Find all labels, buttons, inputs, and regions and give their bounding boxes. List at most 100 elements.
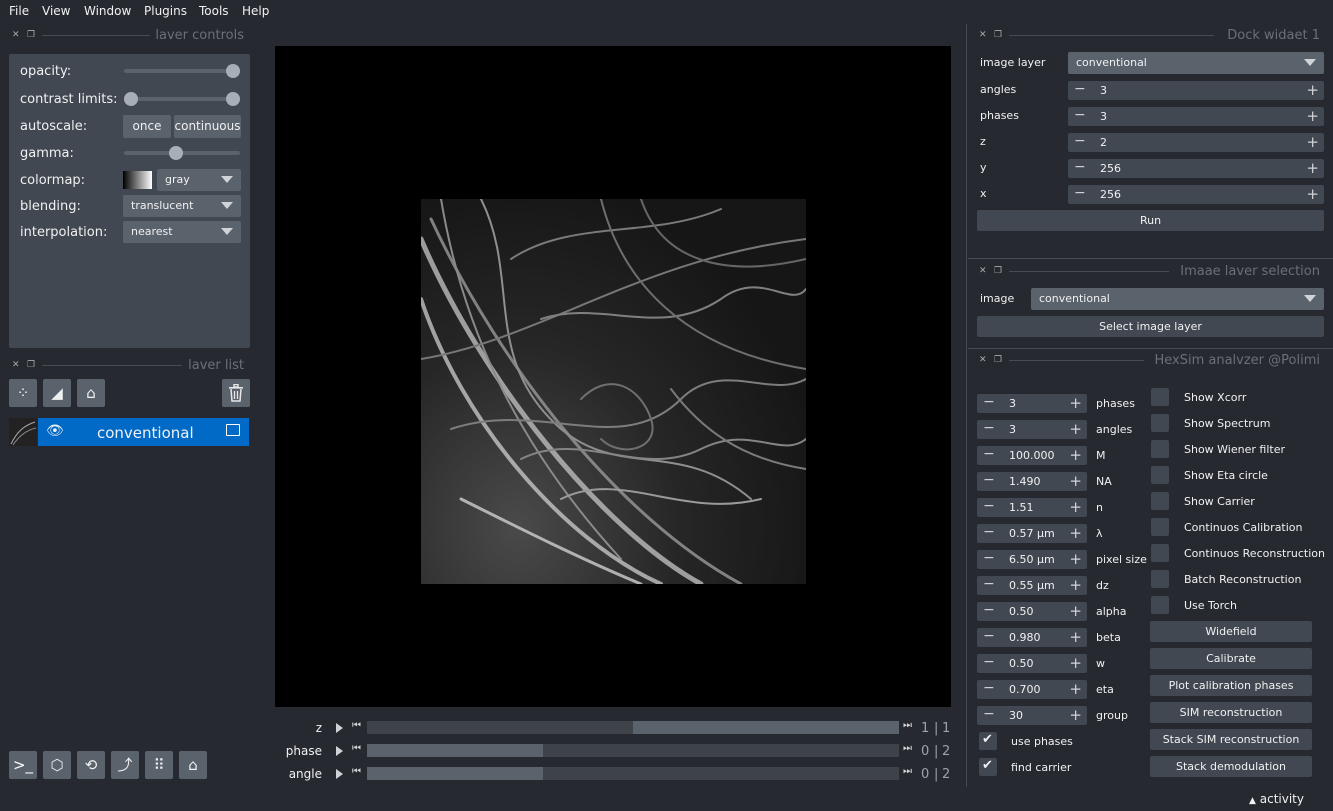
param-spinbox[interactable]: − 0.55 µm +: [977, 576, 1087, 595]
param-value[interactable]: 0.980: [1009, 631, 1041, 644]
layer-name[interactable]: conventional: [97, 424, 194, 442]
param-spinbox[interactable]: − 0.700 +: [977, 680, 1087, 699]
console-button[interactable]: >_: [9, 751, 37, 779]
minus-icon[interactable]: −: [983, 680, 995, 696]
option-checkbox[interactable]: [1151, 518, 1169, 536]
param-spinbox[interactable]: − 3 +: [977, 394, 1087, 413]
step-forward-icon[interactable]: ⏭: [903, 720, 912, 731]
close-icon[interactable]: ✕: [979, 30, 988, 40]
plus-icon[interactable]: +: [1069, 446, 1082, 464]
minus-icon[interactable]: −: [983, 420, 995, 436]
step-back-icon[interactable]: ⏮: [352, 766, 361, 777]
plus-icon[interactable]: +: [1306, 133, 1319, 151]
minus-icon[interactable]: −: [1074, 159, 1086, 175]
param-value[interactable]: 0.50: [1009, 605, 1034, 618]
colormap-dropdown[interactable]: gray: [157, 169, 241, 191]
minus-icon[interactable]: −: [983, 394, 995, 410]
dock1-field-value[interactable]: 2: [1100, 136, 1107, 149]
step-forward-icon[interactable]: ⏭: [903, 766, 912, 777]
param-value[interactable]: 30: [1009, 709, 1023, 722]
step-back-icon[interactable]: ⏮: [352, 720, 361, 731]
plus-icon[interactable]: +: [1306, 185, 1319, 203]
minus-icon[interactable]: −: [983, 654, 995, 670]
minus-icon[interactable]: −: [1074, 185, 1086, 201]
ndisplay-button[interactable]: ⬡: [43, 751, 71, 779]
option-checkbox[interactable]: [1151, 466, 1169, 484]
step-forward-icon[interactable]: ⏭: [903, 743, 912, 754]
find-carrier-checkbox[interactable]: ✔: [979, 758, 997, 776]
option-checkbox[interactable]: [1151, 570, 1169, 588]
dock1-spinbox[interactable]: − 3 +: [1068, 81, 1324, 100]
step-back-icon[interactable]: ⏮: [352, 743, 361, 754]
menu-file[interactable]: File: [9, 4, 29, 18]
float-icon[interactable]: ❐: [994, 266, 1003, 276]
dock1-spinbox[interactable]: − 2 +: [1068, 133, 1324, 152]
autoscale-continuous-button[interactable]: continuous: [174, 115, 241, 138]
param-spinbox[interactable]: − 0.50 +: [977, 654, 1087, 673]
dock1-field-value[interactable]: 256: [1100, 162, 1121, 175]
image-layer-dropdown[interactable]: conventional: [1068, 52, 1324, 74]
dim-slider-angle[interactable]: [367, 767, 899, 780]
eye-icon[interactable]: 👁: [46, 423, 64, 439]
hexsim-action-button[interactable]: Calibrate: [1150, 648, 1312, 669]
param-spinbox[interactable]: − 1.51 +: [977, 498, 1087, 517]
param-value[interactable]: 100.000: [1009, 449, 1055, 462]
plus-icon[interactable]: +: [1069, 576, 1082, 594]
option-checkbox[interactable]: [1151, 388, 1169, 406]
param-spinbox[interactable]: − 6.50 µm +: [977, 550, 1087, 569]
close-icon[interactable]: ✕: [12, 360, 21, 370]
use-phases-checkbox[interactable]: ✔: [979, 732, 997, 750]
plus-icon[interactable]: +: [1306, 159, 1319, 177]
param-spinbox[interactable]: − 0.57 µm +: [977, 524, 1087, 543]
run-button[interactable]: Run: [977, 210, 1324, 231]
param-value[interactable]: 0.700: [1009, 683, 1041, 696]
hexsim-action-button[interactable]: SIM reconstruction: [1150, 702, 1312, 723]
float-icon[interactable]: ❐: [27, 360, 36, 370]
minus-icon[interactable]: −: [983, 498, 995, 514]
dim-slider-phase[interactable]: [367, 744, 899, 757]
plus-icon[interactable]: +: [1069, 524, 1082, 542]
grid-button[interactable]: ⠿: [145, 751, 173, 779]
select-image-layer-button[interactable]: Select image layer: [977, 316, 1324, 337]
plus-icon[interactable]: +: [1069, 550, 1082, 568]
plus-icon[interactable]: +: [1306, 81, 1319, 99]
param-value[interactable]: 1.51: [1009, 501, 1034, 514]
new-points-layer-button[interactable]: ⁘: [9, 379, 37, 407]
play-icon[interactable]: [336, 723, 343, 733]
param-spinbox[interactable]: − 30 +: [977, 706, 1087, 725]
hexsim-action-button[interactable]: Widefield: [1150, 621, 1312, 642]
roll-dims-button[interactable]: ⟲: [77, 751, 105, 779]
opacity-handle[interactable]: [226, 64, 240, 78]
activity-toggle[interactable]: ▲ activity: [1249, 792, 1304, 806]
contrast-max-handle[interactable]: [226, 92, 240, 106]
interpolation-dropdown[interactable]: nearest: [123, 221, 241, 243]
option-checkbox[interactable]: [1151, 596, 1169, 614]
dim-slider-z[interactable]: [367, 721, 899, 734]
param-value[interactable]: 6.50 µm: [1009, 553, 1055, 566]
minus-icon[interactable]: −: [983, 706, 995, 722]
contrast-limits-slider[interactable]: [124, 97, 240, 101]
param-spinbox[interactable]: − 0.980 +: [977, 628, 1087, 647]
plus-icon[interactable]: +: [1069, 654, 1082, 672]
minus-icon[interactable]: −: [1074, 81, 1086, 97]
float-icon[interactable]: ❐: [994, 30, 1003, 40]
dock1-field-value[interactable]: 3: [1100, 84, 1107, 97]
close-icon[interactable]: ✕: [979, 266, 988, 276]
option-checkbox[interactable]: [1151, 492, 1169, 510]
new-labels-layer-button[interactable]: ⌂: [77, 379, 105, 407]
home-button[interactable]: ⌂: [179, 751, 207, 779]
param-value[interactable]: 3: [1009, 397, 1016, 410]
minus-icon[interactable]: −: [983, 524, 995, 540]
dock1-spinbox[interactable]: − 3 +: [1068, 107, 1324, 126]
menu-window[interactable]: Window: [84, 4, 131, 18]
param-value[interactable]: 0.50: [1009, 657, 1034, 670]
param-value[interactable]: 0.57 µm: [1009, 527, 1055, 540]
minus-icon[interactable]: −: [983, 576, 995, 592]
minus-icon[interactable]: −: [983, 446, 995, 462]
param-spinbox[interactable]: − 1.490 +: [977, 472, 1087, 491]
float-icon[interactable]: ❐: [994, 355, 1003, 365]
float-icon[interactable]: ❐: [27, 30, 36, 40]
dock1-field-value[interactable]: 3: [1100, 110, 1107, 123]
param-value[interactable]: 0.55 µm: [1009, 579, 1055, 592]
minus-icon[interactable]: −: [983, 602, 995, 618]
